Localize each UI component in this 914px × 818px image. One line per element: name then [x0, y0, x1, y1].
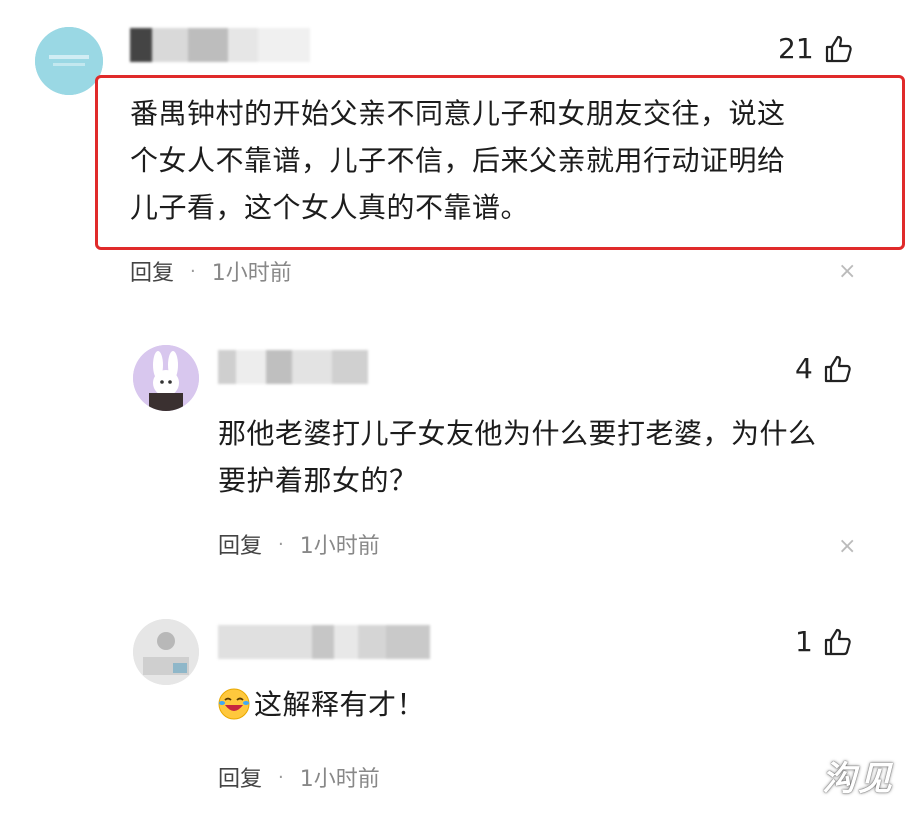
thumbs-up-icon — [824, 355, 851, 382]
avatar[interactable] — [133, 345, 199, 411]
comment-text: 那他老婆打儿子女友他为什么要打老婆，为什么 要护着那女的？ — [218, 410, 898, 504]
comment-text-line: 儿子看，这个女人真的不靠谱。 — [130, 191, 530, 224]
avatar[interactable] — [35, 27, 103, 95]
comment-2: 4 那他老婆打儿子女友他为什么要打老婆，为什么 要护着那女的？ 回复 · 1小时… — [0, 330, 914, 590]
thumbs-up-icon — [825, 35, 852, 62]
like-count: 4 — [795, 352, 813, 385]
like-button[interactable]: 1 — [795, 625, 853, 658]
reply-button[interactable]: 回复 — [218, 528, 262, 560]
username-blur-blocks — [218, 625, 430, 659]
reply-button[interactable]: 回复 — [218, 761, 262, 793]
watermark: 沟见 — [822, 759, 894, 799]
comment-text-line: 那他老婆打儿子女友他为什么要打老婆，为什么 — [218, 417, 817, 450]
close-icon[interactable]: × — [838, 534, 856, 559]
username-blurred[interactable] — [218, 625, 430, 659]
username-blur-blocks — [218, 350, 368, 384]
avatar-rabbit-icon — [133, 345, 199, 411]
comment-3: 1 这解释有才！ 回复 · 1小时前 — [0, 605, 914, 818]
timestamp: 1小时前 — [299, 534, 380, 559]
comment-1: 21 番禺钟村的开始父亲不同意儿子和女朋友交往，说这 个女人不靠谱，儿子不信，后… — [0, 0, 914, 300]
username-blurred[interactable] — [218, 350, 368, 384]
avatar-image-icon — [35, 27, 103, 95]
username-blur-blocks — [130, 28, 310, 62]
like-button[interactable]: 21 — [778, 32, 854, 65]
comment-meta: 回复 · 1小时前 — [130, 255, 292, 287]
comment-text: 番禺钟村的开始父亲不同意儿子和女朋友交往，说这 个女人不靠谱，儿子不信，后来父亲… — [130, 90, 890, 231]
separator-dot: · — [278, 533, 284, 555]
comment-meta: 回复 · 1小时前 — [218, 528, 380, 560]
like-count: 1 — [795, 625, 813, 658]
reply-button[interactable]: 回复 — [130, 255, 174, 287]
timestamp: 1小时前 — [211, 261, 292, 286]
like-count: 21 — [778, 32, 814, 65]
laughing-crying-emoji-icon — [218, 688, 250, 720]
comment-text-line: 番禺钟村的开始父亲不同意儿子和女朋友交往，说这 — [130, 97, 786, 130]
timestamp: 1小时前 — [299, 767, 380, 792]
comment-meta: 回复 · 1小时前 — [218, 761, 380, 793]
separator-dot: · — [190, 260, 196, 282]
comment-text-line: 要护着那女的？ — [218, 464, 418, 497]
username-blurred[interactable] — [130, 28, 310, 62]
comment-text-line: 个女人不靠谱，儿子不信，后来父亲就用行动证明给 — [130, 144, 786, 177]
avatar[interactable] — [133, 619, 199, 685]
comment-text-line: 这解释有才！ — [254, 688, 426, 721]
comment-text: 这解释有才！ — [218, 681, 898, 728]
close-icon[interactable]: × — [838, 259, 856, 284]
thumbs-up-icon — [824, 628, 851, 655]
avatar-photo-icon — [133, 619, 199, 685]
separator-dot: · — [278, 766, 284, 788]
like-button[interactable]: 4 — [795, 352, 853, 385]
